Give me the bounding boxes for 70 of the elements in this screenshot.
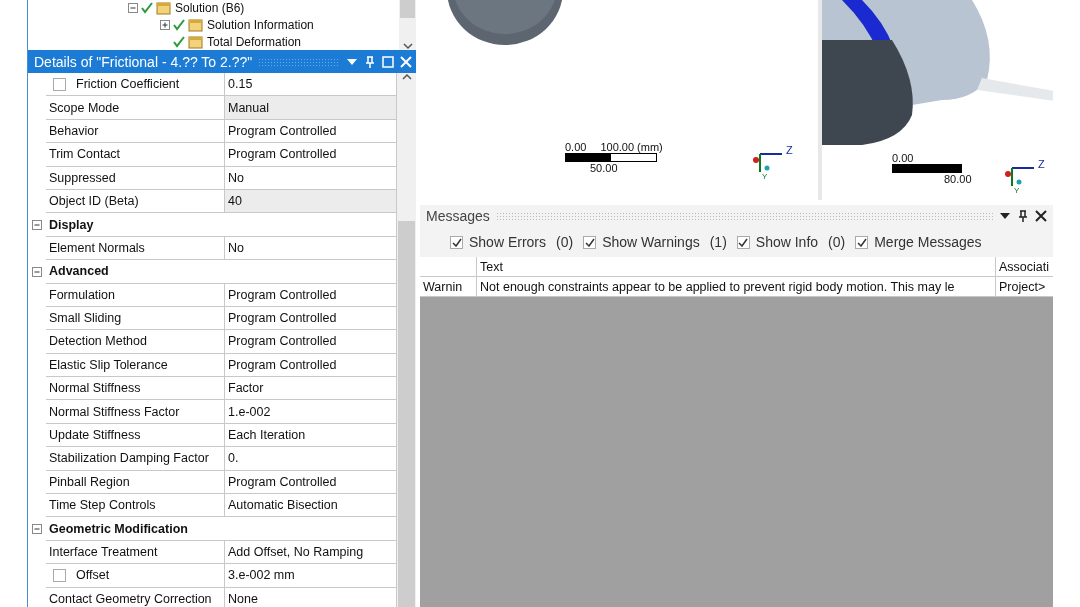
property-name: Trim Contact (46, 143, 225, 167)
property-name: Normal Stiffness (46, 377, 225, 401)
property-name: Stabilization Damping Factor (46, 447, 225, 471)
tree-node-icon (156, 0, 172, 15)
section-header: Geometric Modification (46, 517, 397, 541)
property-name: Friction Coefficient (76, 77, 180, 92)
tree-item[interactable]: Solution (B6) (175, 0, 245, 15)
property-name: Elastic Slip Tolerance (46, 353, 225, 378)
property-name: Update Stiffness (46, 423, 225, 448)
panel-title: Messages (426, 208, 490, 224)
scrollbar[interactable] (397, 73, 416, 607)
column-header[interactable]: Text (477, 257, 996, 277)
property-name: Pinball Region (46, 470, 225, 495)
checkbox[interactable] (53, 77, 66, 91)
checkbox[interactable] (450, 235, 463, 249)
scroll-up-icon[interactable] (401, 73, 412, 81)
section-header: Advanced (46, 260, 397, 284)
filter-label: Merge Messages (874, 234, 982, 250)
tree-item[interactable]: Total Deformation (207, 34, 302, 49)
filter-count: (0) (828, 234, 846, 250)
checkmark-icon (173, 18, 185, 31)
scale-label: 50.00 (590, 162, 618, 174)
tree-item[interactable]: Solution Information (207, 17, 314, 32)
collapse-toggle[interactable] (32, 524, 42, 535)
scale-bar (892, 164, 962, 173)
property-name: Detection Method (46, 330, 225, 354)
checkmark-icon (141, 1, 153, 14)
filter-label: Show Warnings (602, 234, 700, 250)
property-name: Suppressed (46, 166, 225, 190)
property-name: Interface Treatment (46, 540, 225, 565)
property-value: Manual (225, 96, 397, 120)
checkbox[interactable] (53, 568, 66, 582)
scale-label: 80.00 (944, 173, 972, 185)
tree-node-icon (188, 17, 204, 32)
panel-title: Details of "Frictional - 4.?? To 2.??" (34, 53, 253, 70)
checkbox[interactable] (583, 235, 597, 249)
property-name: Element Normals (46, 236, 225, 261)
checkmark-icon (173, 35, 185, 48)
viewport[interactable]: 0.00 80.00 Z Y (822, 0, 1053, 200)
property-name: Object ID (Beta) (46, 189, 225, 214)
filter-count: (1) (709, 234, 727, 250)
property-name: Small Sliding (46, 306, 225, 331)
property-name: Formulation (46, 283, 225, 307)
property-name: Time Step Controls (46, 494, 225, 518)
pin-icon[interactable] (1017, 210, 1029, 222)
tree-node-icon (188, 34, 204, 49)
filter-label: Show Info (755, 234, 819, 250)
column-header (420, 257, 477, 277)
expand-toggle[interactable] (128, 2, 138, 13)
property-name: Offset (76, 568, 110, 583)
scale-label: 100.00 (mm) (600, 141, 663, 153)
scale-label: 0.00 (565, 141, 587, 153)
scrollbar[interactable] (399, 0, 416, 50)
property-name: Behavior (46, 119, 225, 144)
property-name: Normal Stiffness Factor (46, 400, 225, 424)
scale-label: 0.00 (892, 152, 914, 164)
close-icon[interactable] (1035, 210, 1047, 222)
filter-count: (0) (556, 234, 574, 250)
checkbox[interactable] (736, 235, 750, 249)
viewport[interactable]: 0.00 100.00 (mm) 50.00 Z Y (420, 0, 818, 200)
section-header: Display (46, 213, 397, 237)
maximize-icon[interactable] (382, 55, 394, 68)
property-name: Contact Geometry Correction (46, 587, 225, 607)
expand-toggle[interactable] (160, 19, 170, 30)
checkbox[interactable] (855, 235, 869, 249)
scroll-down-icon[interactable] (402, 42, 413, 50)
collapse-toggle[interactable] (32, 266, 42, 277)
property-value: 40 (225, 189, 397, 214)
collapse-toggle[interactable] (32, 220, 42, 231)
filter-label: Show Errors (469, 234, 547, 250)
